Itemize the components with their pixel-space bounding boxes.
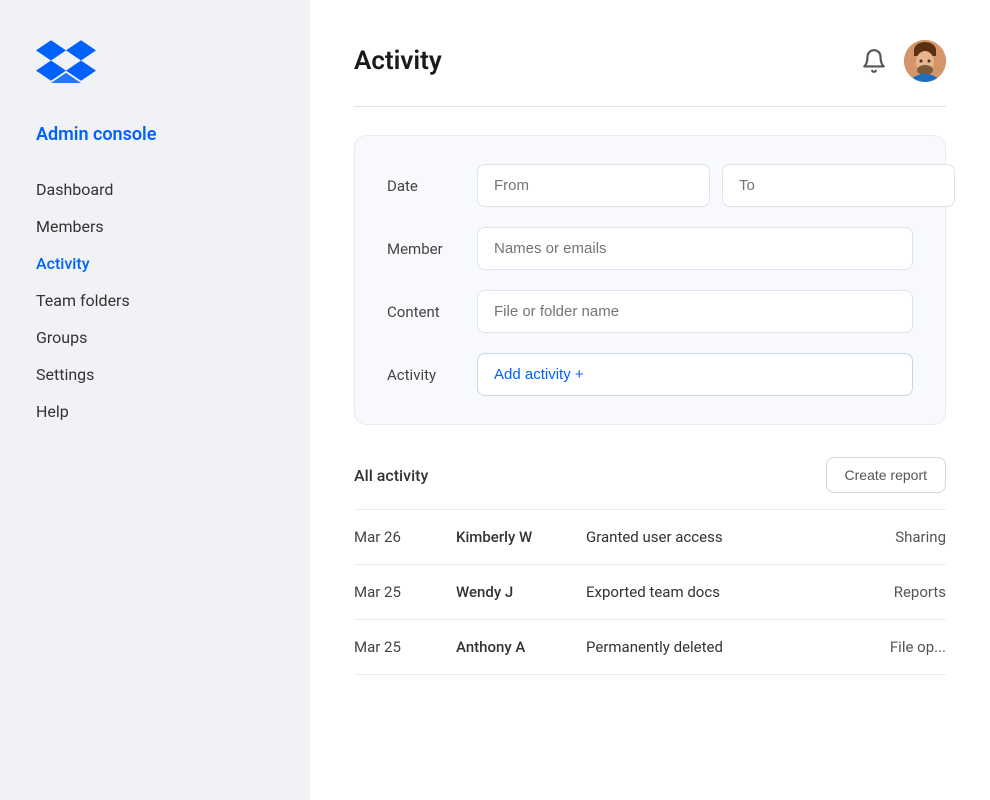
date-inputs — [477, 164, 955, 207]
all-activity-label: All activity — [354, 466, 428, 485]
content-label: Content — [387, 303, 477, 321]
sidebar-item-members[interactable]: Members — [36, 210, 274, 243]
row-date: Mar 25 — [354, 565, 444, 620]
create-report-button[interactable]: Create report — [826, 457, 946, 493]
activity-table-body: Mar 26 Kimberly W Granted user access Sh… — [354, 510, 946, 675]
filter-row-member: Member — [387, 227, 913, 270]
sidebar-item-dashboard[interactable]: Dashboard — [36, 173, 274, 206]
sidebar-item-help[interactable]: Help — [36, 395, 274, 428]
member-inputs — [477, 227, 913, 270]
activity-table: Mar 26 Kimberly W Granted user access Sh… — [354, 509, 946, 675]
date-to-input[interactable] — [722, 164, 955, 207]
row-action: Exported team docs — [574, 565, 835, 620]
activity-header: All activity Create report — [354, 457, 946, 493]
page-title: Activity — [354, 46, 442, 76]
avatar-image — [904, 40, 946, 82]
bell-icon[interactable] — [858, 45, 890, 77]
admin-console-label: Admin console — [36, 124, 274, 145]
sidebar-item-groups[interactable]: Groups — [36, 321, 274, 354]
row-date: Mar 25 — [354, 620, 444, 675]
bell-svg-icon — [861, 48, 887, 74]
row-member: Wendy J — [444, 565, 574, 620]
date-from-input[interactable] — [477, 164, 710, 207]
header-icons — [858, 40, 946, 82]
sidebar-item-settings[interactable]: Settings — [36, 358, 274, 391]
row-action: Permanently deleted — [574, 620, 835, 675]
table-row: Mar 25 Wendy J Exported team docs Report… — [354, 565, 946, 620]
header-divider — [354, 106, 946, 107]
member-input[interactable] — [477, 227, 913, 270]
activity-filter-label: Activity — [387, 366, 477, 384]
header-row: Activity — [354, 40, 946, 82]
sidebar-item-team-folders[interactable]: Team folders — [36, 284, 274, 317]
filter-row-activity: Activity Add activity + — [387, 353, 913, 396]
filter-row-content: Content — [387, 290, 913, 333]
nav-items: Dashboard Members Activity Team folders … — [36, 173, 274, 428]
table-row: Mar 26 Kimberly W Granted user access Sh… — [354, 510, 946, 565]
row-date: Mar 26 — [354, 510, 444, 565]
row-category: Reports — [835, 565, 946, 620]
sidebar: Admin console Dashboard Members Activity… — [0, 0, 310, 800]
row-member: Kimberly W — [444, 510, 574, 565]
row-category: Sharing — [835, 510, 946, 565]
member-label: Member — [387, 240, 477, 258]
avatar-face-icon — [904, 40, 946, 82]
user-avatar[interactable] — [904, 40, 946, 82]
row-action: Granted user access — [574, 510, 835, 565]
row-category: File op... — [835, 620, 946, 675]
row-member: Anthony A — [444, 620, 574, 675]
logo-wrapper — [36, 40, 274, 88]
sidebar-item-activity[interactable]: Activity — [36, 247, 274, 280]
dropbox-logo-icon — [36, 40, 96, 84]
table-row: Mar 25 Anthony A Permanently deleted Fil… — [354, 620, 946, 675]
activity-inputs: Add activity + — [477, 353, 913, 396]
filter-card: Date Member Content Activity Add activit… — [354, 135, 946, 425]
filter-row-date: Date — [387, 164, 913, 207]
content-inputs — [477, 290, 913, 333]
main-content: Activity — [310, 0, 990, 800]
content-input[interactable] — [477, 290, 913, 333]
add-activity-button[interactable]: Add activity + — [477, 353, 913, 396]
date-label: Date — [387, 177, 477, 195]
